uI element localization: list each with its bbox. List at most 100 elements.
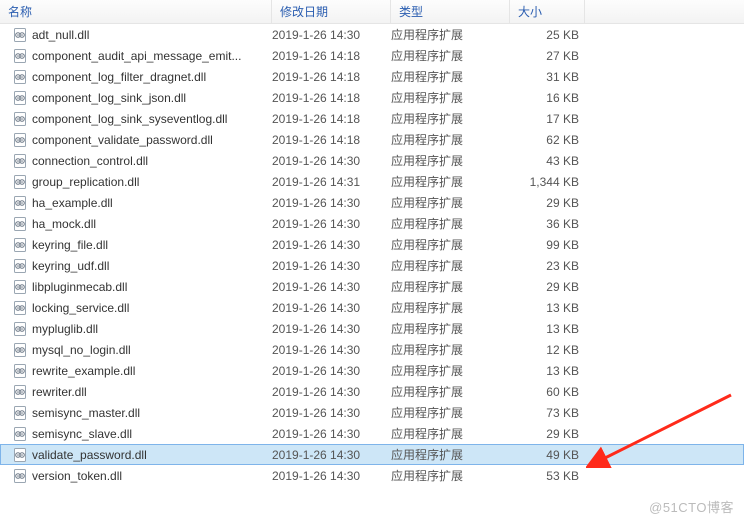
- dll-file-icon: [12, 447, 28, 463]
- file-type: 应用程序扩展: [391, 341, 510, 358]
- file-modified: 2019-1-26 14:30: [272, 406, 391, 420]
- file-type: 应用程序扩展: [391, 173, 510, 190]
- file-size: 99 KB: [510, 238, 585, 252]
- file-icon: [12, 237, 28, 253]
- file-size: 49 KB: [510, 448, 585, 462]
- file-modified: 2019-1-26 14:18: [272, 112, 391, 126]
- file-type: 应用程序扩展: [391, 362, 510, 379]
- file-name: adt_null.dll: [32, 28, 272, 42]
- file-icon: [12, 132, 28, 148]
- file-type: 应用程序扩展: [391, 152, 510, 169]
- file-size: 29 KB: [510, 427, 585, 441]
- file-row[interactable]: rewriter.dll2019-1-26 14:30应用程序扩展60 KB: [0, 381, 744, 402]
- file-row[interactable]: version_token.dll2019-1-26 14:30应用程序扩展53…: [0, 465, 744, 486]
- file-name: ha_example.dll: [32, 196, 272, 210]
- file-type: 应用程序扩展: [391, 404, 510, 421]
- header-name[interactable]: 名称: [0, 0, 272, 24]
- file-row[interactable]: group_replication.dll2019-1-26 14:31应用程序…: [0, 171, 744, 192]
- column-headers: 名称 修改日期 类型 大小: [0, 0, 744, 24]
- file-type: 应用程序扩展: [391, 110, 510, 127]
- file-row[interactable]: component_audit_api_message_emit...2019-…: [0, 45, 744, 66]
- file-name: locking_service.dll: [32, 301, 272, 315]
- file-name: version_token.dll: [32, 469, 272, 483]
- file-name: component_audit_api_message_emit...: [32, 49, 272, 63]
- file-icon: [12, 69, 28, 85]
- file-row[interactable]: mysql_no_login.dll2019-1-26 14:30应用程序扩展1…: [0, 339, 744, 360]
- file-name: group_replication.dll: [32, 175, 272, 189]
- file-row[interactable]: keyring_file.dll2019-1-26 14:30应用程序扩展99 …: [0, 234, 744, 255]
- file-icon: [12, 342, 28, 358]
- file-icon: [12, 90, 28, 106]
- file-type: 应用程序扩展: [391, 278, 510, 295]
- dll-file-icon: [12, 174, 28, 190]
- file-type: 应用程序扩展: [391, 320, 510, 337]
- file-icon: [12, 384, 28, 400]
- file-type: 应用程序扩展: [391, 383, 510, 400]
- dll-file-icon: [12, 48, 28, 64]
- file-row[interactable]: component_log_filter_dragnet.dll2019-1-2…: [0, 66, 744, 87]
- file-row[interactable]: semisync_slave.dll2019-1-26 14:30应用程序扩展2…: [0, 423, 744, 444]
- dll-file-icon: [12, 69, 28, 85]
- header-type[interactable]: 类型: [391, 0, 510, 24]
- file-size: 25 KB: [510, 28, 585, 42]
- dll-file-icon: [12, 342, 28, 358]
- dll-file-icon: [12, 300, 28, 316]
- file-name: component_log_sink_syseventlog.dll: [32, 112, 272, 126]
- dll-file-icon: [12, 216, 28, 232]
- file-size: 73 KB: [510, 406, 585, 420]
- header-modified[interactable]: 修改日期: [272, 0, 391, 24]
- dll-file-icon: [12, 363, 28, 379]
- file-name: component_validate_password.dll: [32, 133, 272, 147]
- file-type: 应用程序扩展: [391, 89, 510, 106]
- file-name: keyring_file.dll: [32, 238, 272, 252]
- file-row[interactable]: keyring_udf.dll2019-1-26 14:30应用程序扩展23 K…: [0, 255, 744, 276]
- file-size: 16 KB: [510, 91, 585, 105]
- file-row[interactable]: ha_mock.dll2019-1-26 14:30应用程序扩展36 KB: [0, 213, 744, 234]
- file-row[interactable]: validate_password.dll2019-1-26 14:30应用程序…: [0, 444, 744, 465]
- dll-file-icon: [12, 111, 28, 127]
- file-modified: 2019-1-26 14:30: [272, 364, 391, 378]
- file-type: 应用程序扩展: [391, 194, 510, 211]
- file-row[interactable]: adt_null.dll2019-1-26 14:30应用程序扩展25 KB: [0, 24, 744, 45]
- file-row[interactable]: locking_service.dll2019-1-26 14:30应用程序扩展…: [0, 297, 744, 318]
- file-name: semisync_master.dll: [32, 406, 272, 420]
- file-name: keyring_udf.dll: [32, 259, 272, 273]
- file-name: ha_mock.dll: [32, 217, 272, 231]
- file-row[interactable]: component_log_sink_json.dll2019-1-26 14:…: [0, 87, 744, 108]
- file-row[interactable]: semisync_master.dll2019-1-26 14:30应用程序扩展…: [0, 402, 744, 423]
- file-modified: 2019-1-26 14:30: [272, 427, 391, 441]
- file-row[interactable]: component_log_sink_syseventlog.dll2019-1…: [0, 108, 744, 129]
- dll-file-icon: [12, 132, 28, 148]
- file-type: 应用程序扩展: [391, 215, 510, 232]
- file-modified: 2019-1-26 14:30: [272, 238, 391, 252]
- watermark: @51CTO博客: [649, 497, 734, 516]
- file-size: 29 KB: [510, 280, 585, 294]
- file-type: 应用程序扩展: [391, 68, 510, 85]
- header-size[interactable]: 大小: [510, 0, 585, 24]
- file-size: 23 KB: [510, 259, 585, 273]
- file-modified: 2019-1-26 14:18: [272, 133, 391, 147]
- file-name: rewrite_example.dll: [32, 364, 272, 378]
- file-type: 应用程序扩展: [391, 26, 510, 43]
- file-type: 应用程序扩展: [391, 446, 510, 463]
- file-icon: [12, 468, 28, 484]
- file-row[interactable]: ha_example.dll2019-1-26 14:30应用程序扩展29 KB: [0, 192, 744, 213]
- file-icon: [12, 153, 28, 169]
- file-modified: 2019-1-26 14:31: [272, 175, 391, 189]
- file-row[interactable]: mypluglib.dll2019-1-26 14:30应用程序扩展13 KB: [0, 318, 744, 339]
- file-name: component_log_sink_json.dll: [32, 91, 272, 105]
- file-size: 29 KB: [510, 196, 585, 210]
- file-row[interactable]: connection_control.dll2019-1-26 14:30应用程…: [0, 150, 744, 171]
- file-icon: [12, 27, 28, 43]
- file-modified: 2019-1-26 14:18: [272, 91, 391, 105]
- file-type: 应用程序扩展: [391, 425, 510, 442]
- file-type: 应用程序扩展: [391, 299, 510, 316]
- file-modified: 2019-1-26 14:30: [272, 28, 391, 42]
- file-row[interactable]: libpluginmecab.dll2019-1-26 14:30应用程序扩展2…: [0, 276, 744, 297]
- file-name: connection_control.dll: [32, 154, 272, 168]
- file-name: component_log_filter_dragnet.dll: [32, 70, 272, 84]
- file-icon: [12, 321, 28, 337]
- file-row[interactable]: rewrite_example.dll2019-1-26 14:30应用程序扩展…: [0, 360, 744, 381]
- file-modified: 2019-1-26 14:30: [272, 343, 391, 357]
- file-row[interactable]: component_validate_password.dll2019-1-26…: [0, 129, 744, 150]
